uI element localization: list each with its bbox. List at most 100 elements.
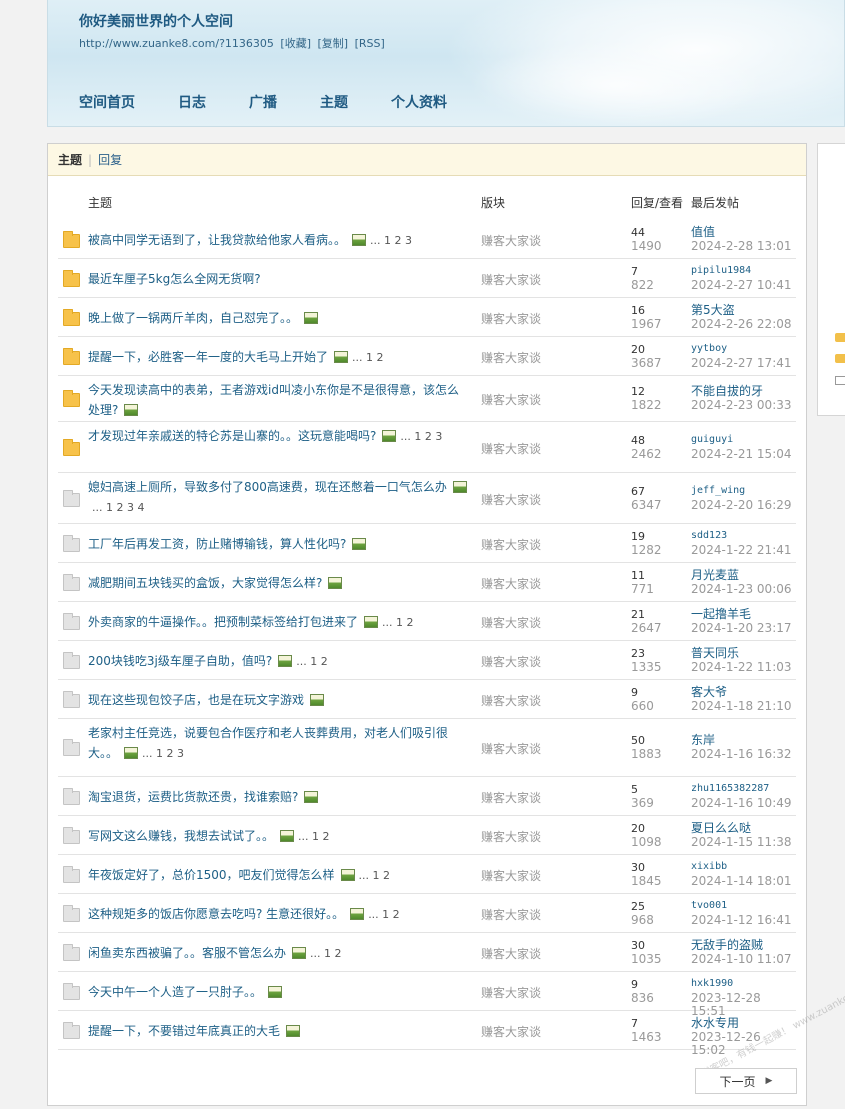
topic-pages[interactable]: ... 1 2 3 4 (92, 501, 144, 514)
last-poster[interactable]: yytboy (691, 342, 727, 356)
tab-topics[interactable]: 主题 (58, 151, 82, 168)
last-post-time[interactable]: 2024-1-14 18:01 (691, 875, 792, 888)
topic-link[interactable]: 这种规矩多的饭店你愿意去吃吗? 生意还很好。。 (88, 907, 344, 921)
forum-name[interactable]: 赚客大家谈 (481, 945, 541, 962)
last-poster[interactable]: xixibb (691, 860, 727, 874)
last-post-time[interactable]: 2024-2-26 22:08 (691, 318, 792, 331)
last-post-time[interactable]: 2024-1-18 21:10 (691, 700, 792, 713)
last-poster[interactable]: tvo001 (691, 899, 727, 913)
topic-pages[interactable]: ... 1 2 3 (400, 430, 442, 443)
last-post-time[interactable]: 2024-2-23 00:33 (691, 399, 792, 412)
topic-pages[interactable]: ... 1 2 3 (142, 747, 184, 760)
forum-name[interactable]: 赚客大家谈 (481, 232, 541, 249)
forum-name[interactable]: 赚客大家谈 (481, 789, 541, 806)
nav-home[interactable]: 空间首页 (79, 92, 135, 112)
forum-name[interactable]: 赚客大家谈 (481, 692, 541, 709)
space-title[interactable]: 你好美丽世界的个人空间 (79, 11, 233, 31)
topic-link[interactable]: 减肥期间五块钱买的盒饭，大家觉得怎么样? (88, 576, 322, 590)
nav-profile[interactable]: 个人资料 (391, 92, 447, 112)
topic-link[interactable]: 被高中同学无语到了，让我贷款给他家人看病。。 (88, 233, 346, 247)
last-poster[interactable]: 客大爷 (691, 685, 727, 699)
topic-link[interactable]: 提醒一下，必胜客一年一度的大毛马上开始了 (88, 350, 328, 364)
last-post-time[interactable]: 2024-1-22 11:03 (691, 661, 792, 674)
last-poster[interactable]: 不能自拔的牙 (691, 384, 763, 398)
topic-link[interactable]: 今天发现读高中的表弟，王者游戏id叫凌小东你是不是很得意，该怎么处理? (88, 383, 459, 417)
last-post-time[interactable]: 2024-1-10 11:07 (691, 953, 792, 966)
nav-broadcast[interactable]: 广播 (249, 92, 277, 112)
topic-link[interactable]: 最近车厘子5kg怎么全网无货啊? (88, 272, 261, 286)
last-post-time[interactable]: 2024-2-27 10:41 (691, 279, 792, 292)
topic-link[interactable]: 200块钱吃3j级车厘子自助，值吗? (88, 654, 272, 668)
last-poster[interactable]: 值值 (691, 225, 715, 239)
last-poster[interactable]: guiguyi (691, 433, 733, 447)
last-post-time[interactable]: 2024-2-28 13:01 (691, 240, 792, 253)
last-poster[interactable]: sdd123 (691, 529, 727, 543)
last-poster[interactable]: 第5大盗 (691, 303, 735, 317)
topic-link[interactable]: 今天中午一个人造了一只肘子。。 (88, 985, 262, 999)
topic-link[interactable]: 媳妇高速上厕所，导致多付了800高速费，现在还憋着一口气怎么办 (88, 480, 447, 494)
tab-replies[interactable]: 回复 (98, 151, 122, 168)
forum-name[interactable]: 赚客大家谈 (481, 653, 541, 670)
topic-link[interactable]: 写网文这么赚钱，我想去试试了。。 (88, 829, 274, 843)
last-post-time[interactable]: 2024-1-20 23:17 (691, 622, 792, 635)
topic-link[interactable]: 提醒一下，不要错过年底真正的大毛 (88, 1024, 280, 1038)
topic-pages[interactable]: ... 1 2 (298, 830, 329, 843)
forum-name[interactable]: 赚客大家谈 (481, 867, 541, 884)
topic-pages[interactable]: ... 1 2 (352, 351, 383, 364)
topic-pages[interactable]: ... 1 2 (368, 908, 399, 921)
last-post-time[interactable]: 2024-2-27 17:41 (691, 357, 792, 370)
last-post-time[interactable]: 2024-2-20 16:29 (691, 499, 792, 512)
last-post-time[interactable]: 2024-1-22 21:41 (691, 544, 792, 557)
forum-name[interactable]: 赚客大家谈 (481, 310, 541, 327)
forum-name[interactable]: 赚客大家谈 (481, 391, 541, 408)
forum-name[interactable]: 赚客大家谈 (481, 575, 541, 592)
nav-topics[interactable]: 主题 (320, 92, 348, 112)
last-poster[interactable]: 无敌手的盗贼 (691, 938, 763, 952)
nav-blog[interactable]: 日志 (178, 92, 206, 112)
topic-pages[interactable]: ... 1 2 3 (370, 234, 412, 247)
last-poster[interactable]: 普天同乐 (691, 646, 739, 660)
last-post-time[interactable]: 2024-1-15 11:38 (691, 836, 792, 849)
last-poster[interactable]: 东岸 (691, 733, 715, 747)
forum-name[interactable]: 赚客大家谈 (481, 536, 541, 553)
last-post-time[interactable]: 2024-1-16 10:49 (691, 797, 792, 810)
topic-pages[interactable]: ... 1 2 (310, 947, 341, 960)
topic-link[interactable]: 年夜饭定好了，总价1500，吧友们觉得怎么样 (88, 868, 335, 882)
topic-link[interactable]: 工厂年后再发工资，防止赌博输钱，算人性化吗? (88, 537, 346, 551)
last-poster[interactable]: hxk1990 (691, 977, 733, 991)
topic-link[interactable]: 才发现过年亲戚送的特仑苏是山寨的。。这玩意能喝吗? (88, 429, 376, 443)
last-post-time[interactable]: 2024-2-21 15:04 (691, 448, 792, 461)
forum-name[interactable]: 赚客大家谈 (481, 1023, 541, 1040)
forum-name[interactable]: 赚客大家谈 (481, 828, 541, 845)
last-poster[interactable]: 一起撸羊毛 (691, 607, 751, 621)
topic-link[interactable]: 闲鱼卖东西被骗了。。客服不管怎么办 (88, 946, 286, 960)
last-post-time[interactable]: 2024-1-16 16:32 (691, 748, 792, 761)
last-post-time[interactable]: 2024-1-12 16:41 (691, 914, 792, 927)
last-poster[interactable]: 水水专用 (691, 1016, 739, 1030)
forum-name[interactable]: 赚客大家谈 (481, 906, 541, 923)
rss-link[interactable]: [RSS] (355, 37, 385, 50)
forum-name[interactable]: 赚客大家谈 (481, 614, 541, 631)
topic-link[interactable]: 外卖商家的牛逼操作。。把预制菜标签给打包进来了 (88, 615, 358, 629)
topic-link[interactable]: 现在这些现包饺子店，也是在玩文字游戏 (88, 693, 304, 707)
mail-icon[interactable] (835, 376, 845, 385)
copy-link[interactable]: [复制] (318, 37, 349, 50)
space-url[interactable]: http://www.zuanke8.com/?1136305 (79, 37, 274, 50)
forum-name[interactable]: 赚客大家谈 (481, 440, 541, 457)
last-poster[interactable]: 月光麦蓝 (691, 568, 739, 582)
last-post-time[interactable]: 2024-1-23 00:06 (691, 583, 792, 596)
topic-pages[interactable]: ... 1 2 (359, 869, 390, 882)
forum-name[interactable]: 赚客大家谈 (481, 491, 541, 508)
forum-name[interactable]: 赚客大家谈 (481, 984, 541, 1001)
forum-name[interactable]: 赚客大家谈 (481, 271, 541, 288)
next-page-button[interactable]: 下一页 ▶ (695, 1068, 797, 1094)
topic-pages[interactable]: ... 1 2 (382, 616, 413, 629)
last-poster[interactable]: jeff_wing (691, 484, 745, 498)
forum-name[interactable]: 赚客大家谈 (481, 740, 541, 757)
favorite-link[interactable]: [收藏] (280, 37, 311, 50)
topic-link[interactable]: 淘宝退货，运费比货款还贵，找谁索赔? (88, 790, 298, 804)
last-poster[interactable]: pipilu1984 (691, 264, 751, 278)
last-poster[interactable]: 夏日么么哒 (691, 821, 751, 835)
topic-pages[interactable]: ... 1 2 (296, 655, 327, 668)
topic-link[interactable]: 晚上做了一锅两斤羊肉，自己怼完了。。 (88, 311, 298, 325)
